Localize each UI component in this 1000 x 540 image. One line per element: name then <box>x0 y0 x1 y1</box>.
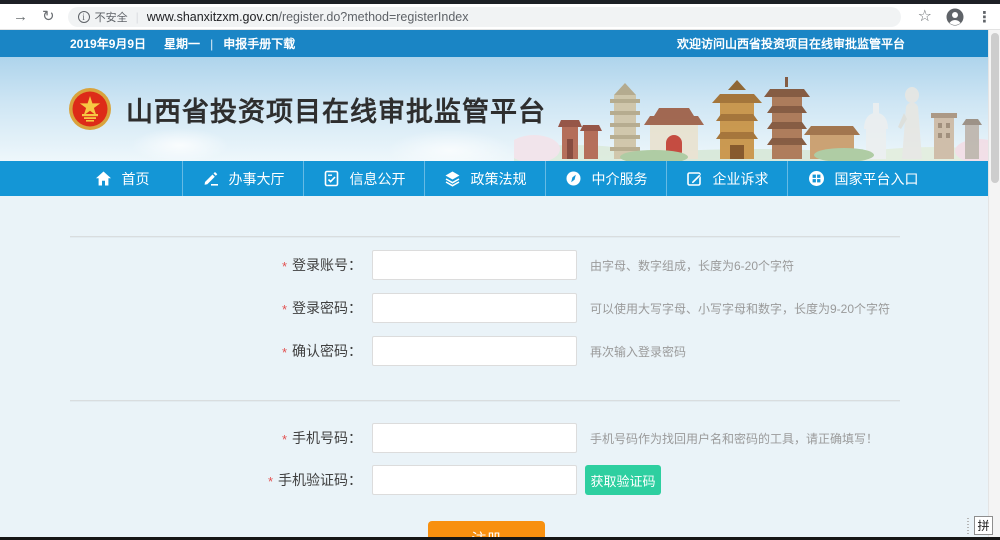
url-domain: www.shanxitzxm.gov.cn <box>147 10 279 24</box>
field-label: *确认密码： <box>0 341 362 361</box>
register-form-area: *登录账号： 由字母、数字组成，长度为6-20个字符 *登录密码： 可以使用大写… <box>0 196 1000 537</box>
form-row-sms-code: *手机验证码： 获取验证码 <box>0 465 1000 495</box>
pen-icon <box>202 170 219 187</box>
address-separator: | <box>136 10 139 24</box>
scrollbar[interactable] <box>988 30 1000 537</box>
required-mark: * <box>268 474 273 489</box>
site-header: 山西省投资项目在线审批监管平台 <box>0 57 1000 161</box>
divider <box>70 400 900 401</box>
field-hint: 手机号码作为找回用户名和密码的工具，请正确填写！ <box>590 430 878 447</box>
field-hint: 再次输入登录密码 <box>590 343 686 360</box>
form-row-password: *登录密码： 可以使用大写字母、小写字母和数字，长度为9-20个字符 <box>0 293 1000 323</box>
nav-item-info-disclosure[interactable]: 信息公开 <box>303 161 424 196</box>
national-emblem-logo <box>68 87 112 131</box>
weekday-text: 星期一 <box>164 35 200 52</box>
nav-item-service-hall[interactable]: 办事大厅 <box>182 161 303 196</box>
address-bar[interactable]: i 不安全 | www.shanxitzxm.gov.cn/register.d… <box>68 7 901 27</box>
site-topbar: 2019年9月9日 星期一 | 申报手册下载 欢迎访问山西省投资项目在线审批监管… <box>0 30 1000 57</box>
profile-avatar-icon[interactable] <box>946 8 964 26</box>
required-mark: * <box>282 432 287 447</box>
url-path: /register.do?method=registerIndex <box>278 10 468 24</box>
get-code-button[interactable]: 获取验证码 <box>585 465 661 495</box>
nav-item-enterprise-appeal[interactable]: 企业诉求 <box>666 161 787 196</box>
date-text: 2019年9月9日 <box>70 35 146 52</box>
password-input[interactable] <box>372 293 577 323</box>
main-nav: 首页 办事大厅 信息公开 政策法规 中介服务 <box>0 161 1000 196</box>
field-hint: 可以使用大写字母、小写字母和数字，长度为9-20个字符 <box>590 300 890 317</box>
phone-input[interactable] <box>372 423 577 453</box>
field-label: *手机号码： <box>0 428 362 448</box>
browser-toolbar: → ↻ i 不安全 | www.shanxitzxm.gov.cn/regist… <box>0 4 1000 30</box>
browser-menu-icon[interactable]: ⋮ <box>977 8 992 26</box>
form-row-confirm-password: *确认密码： 再次输入登录密码 <box>0 336 1000 366</box>
nav-label: 国家平台入口 <box>835 169 919 189</box>
nav-label: 信息公开 <box>350 169 406 189</box>
city-skyline-illustration <box>514 69 994 161</box>
topbar-separator: | <box>210 37 213 51</box>
info-icon: i <box>78 11 90 23</box>
nav-item-policies[interactable]: 政策法规 <box>424 161 545 196</box>
nav-item-home[interactable]: 首页 <box>62 161 182 196</box>
required-mark: * <box>282 259 287 274</box>
site-title: 山西省投资项目在线审批监管平台 <box>126 90 546 129</box>
ime-indicator[interactable]: 拼 <box>967 516 993 535</box>
field-label: *登录账号： <box>0 255 362 275</box>
bookmark-star-icon[interactable]: ☆ <box>918 9 932 25</box>
nav-item-national-platform[interactable]: 国家平台入口 <box>787 161 938 196</box>
required-mark: * <box>282 345 287 360</box>
browser-window: → ↻ i 不安全 | www.shanxitzxm.gov.cn/regist… <box>0 0 1000 540</box>
required-mark: * <box>282 302 287 317</box>
confirm-password-input[interactable] <box>372 336 577 366</box>
security-status[interactable]: i 不安全 <box>78 9 128 25</box>
ime-drag-handle[interactable] <box>967 518 972 534</box>
layers-icon <box>444 170 461 187</box>
form-row-account: *登录账号： 由字母、数字组成，长度为6-20个字符 <box>0 250 1000 280</box>
divider <box>70 236 900 237</box>
nav-item-intermediary[interactable]: 中介服务 <box>545 161 666 196</box>
welcome-text: 欢迎访问山西省投资项目在线审批监管平台 <box>677 35 905 52</box>
nav-label: 中介服务 <box>592 169 648 189</box>
url-text[interactable]: www.shanxitzxm.gov.cn/register.do?method… <box>147 10 469 24</box>
manual-download-link[interactable]: 申报手册下载 <box>223 35 295 52</box>
grid-circle-icon <box>808 170 825 187</box>
nav-label: 办事大厅 <box>229 169 285 189</box>
edit-square-icon <box>686 170 703 187</box>
compass-icon <box>565 170 582 187</box>
nav-label: 政策法规 <box>471 169 527 189</box>
home-icon <box>95 170 112 187</box>
scrollbar-thumb[interactable] <box>991 33 999 183</box>
forward-icon[interactable]: → <box>13 9 28 24</box>
account-input[interactable] <box>372 250 577 280</box>
document-check-icon <box>323 170 340 187</box>
ime-mode-label[interactable]: 拼 <box>974 516 993 535</box>
security-label: 不安全 <box>95 9 128 25</box>
field-hint: 由字母、数字组成，长度为6-20个字符 <box>590 257 794 274</box>
field-label: *登录密码： <box>0 298 362 318</box>
nav-label: 企业诉求 <box>713 169 769 189</box>
sms-code-input[interactable] <box>372 465 577 495</box>
form-row-phone: *手机号码： 手机号码作为找回用户名和密码的工具，请正确填写！ <box>0 423 1000 453</box>
reload-icon[interactable]: ↻ <box>42 9 55 24</box>
nav-label: 首页 <box>122 169 150 189</box>
field-label: *手机验证码： <box>0 470 362 490</box>
